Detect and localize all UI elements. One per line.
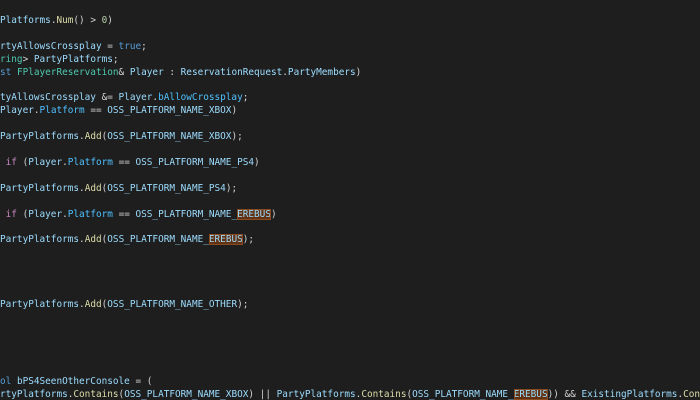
code-line[interactable]: Player.Platform == OSS_PLATFORM_NAME_XBO… [0, 104, 237, 117]
code-token: true [118, 40, 142, 52]
code-token: Player [118, 92, 153, 104]
code-token: == [84, 105, 108, 117]
code-token: Add [84, 182, 102, 194]
code-token: ; [112, 53, 119, 65]
code-token: bAllowCrossplay [158, 92, 243, 104]
code-line[interactable]: Platforms.Num() > 0) [0, 14, 113, 27]
code-token: = [101, 40, 119, 52]
code-token: ExistingPlatforms [581, 389, 678, 400]
code-token: ) [231, 105, 238, 117]
code-token: Contains [683, 389, 700, 400]
code-token: ol [0, 376, 17, 388]
code-token: PartyPlatforms [276, 389, 356, 400]
code-token: ) [270, 208, 277, 220]
code-line[interactable]: ring> PartyPlatforms; [0, 53, 119, 66]
code-token: Player [28, 208, 63, 220]
code-editor[interactable]: Platforms.Num() > 0) rtyAllowsCrossplay =… [0, 0, 700, 400]
code-token: if [0, 208, 17, 220]
code-token: Platform [39, 105, 85, 117]
code-token: PartyPlatforms [0, 234, 80, 246]
code-token: ) [355, 66, 362, 78]
code-token: Platform [67, 156, 113, 168]
code-token: PartyPlatforms [33, 53, 113, 65]
code-token: Add [84, 131, 102, 143]
code-token: ; [141, 40, 147, 52]
code-token: OSS_PLATFORM_NAME_ [135, 208, 238, 220]
code-line[interactable]: PartyPlatforms.Add(OSS_PLATFORM_NAME_OTH… [0, 298, 248, 311]
code-token: () > [73, 15, 102, 26]
code-token: Player [129, 66, 164, 78]
code-token: rtyPlatforms [0, 389, 68, 400]
code-token: ( [16, 208, 29, 220]
code-token: ( [16, 156, 29, 168]
code-token: ); [237, 298, 249, 310]
code-token: rtyAllowsCrossplay [0, 40, 102, 52]
code-token: OSS_PLATFORM_NAME_XBOX [107, 131, 232, 143]
code-line[interactable]: PartyPlatforms.Add(OSS_PLATFORM_NAME_PS4… [0, 182, 237, 195]
search-match-highlight: EREBUS [237, 208, 271, 220]
code-token: OSS_PLATFORM_NAME_ [107, 234, 209, 246]
code-token: > [22, 53, 34, 65]
code-token: == [112, 156, 136, 168]
code-line[interactable]: if (Player.Platform == OSS_PLATFORM_NAME… [0, 156, 260, 169]
code-token: bPS4SeenOtherConsole [16, 376, 130, 388]
code-line[interactable]: tyAllowsCrossplay &= Player.bAllowCrossp… [0, 91, 248, 104]
code-token: ; [242, 92, 249, 104]
code-token: OSS_PLATFORM_NAME_XBOX [107, 105, 232, 117]
code-line[interactable]: rtyAllowsCrossplay = true; [0, 40, 147, 53]
code-token: Platform [67, 208, 113, 220]
code-line[interactable]: ol bPS4SeenOtherConsole = ( [0, 375, 152, 388]
code-token: PartyPlatforms [0, 182, 80, 194]
code-token: PartyMembers [287, 66, 356, 78]
code-token: == [112, 208, 136, 220]
code-token: Num [56, 15, 74, 26]
code-token: st [0, 66, 17, 78]
code-token: PartyPlatforms [0, 298, 80, 310]
code-token: ); [231, 131, 243, 143]
code-token: )) && [547, 389, 582, 400]
code-line[interactable]: PartyPlatforms.Add(OSS_PLATFORM_NAME_XBO… [0, 130, 243, 143]
code-token: ring [0, 53, 23, 65]
code-token: ) || [248, 389, 277, 400]
code-token: FPlayerReservation [16, 66, 119, 78]
code-token: OSS_PLATFORM_NAME_OTHER [107, 298, 238, 310]
code-token: ReservationRequest [180, 66, 283, 78]
code-token: OSS_PLATFORM_NAME_PS4 [107, 182, 226, 194]
search-match-highlight: EREBUS [208, 234, 243, 246]
code-token: OSS_PLATFORM_NAME_XBOX [124, 389, 249, 400]
code-token: Add [84, 234, 102, 246]
code-line[interactable]: st FPlayerReservation& Player : Reservat… [0, 66, 361, 79]
code-line[interactable]: rtyPlatforms.Contains(OSS_PLATFORM_NAME_… [0, 388, 700, 400]
code-token: ); [242, 234, 255, 246]
code-line[interactable]: if (Player.Platform == OSS_PLATFORM_NAME… [0, 208, 277, 221]
code-token: Platforms [0, 15, 51, 26]
code-token: OSS_PLATFORM_NAME_PS4 [135, 156, 255, 168]
code-token: PartyPlatforms [0, 131, 80, 143]
code-token: : [163, 66, 181, 78]
code-token: = ( [129, 376, 153, 388]
code-token: Player [28, 156, 63, 168]
code-token: ); [225, 182, 238, 194]
code-token: Player [0, 105, 34, 117]
code-token: ) [107, 15, 113, 26]
code-line[interactable]: PartyPlatforms.Add(OSS_PLATFORM_NAME_ERE… [0, 233, 254, 246]
code-token: Add [84, 298, 102, 310]
code-token: &= [95, 92, 119, 104]
code-token: OSS_PLATFORM_NAME_ [412, 389, 514, 400]
code-token: if [0, 156, 17, 168]
search-match-highlight: EREBUS [513, 389, 548, 400]
code-token: & [118, 66, 130, 78]
code-token: Contains [361, 389, 407, 400]
code-token: ) [254, 156, 260, 168]
code-token: Contains [73, 389, 119, 400]
code-token: tyAllowsCrossplay [0, 92, 96, 104]
